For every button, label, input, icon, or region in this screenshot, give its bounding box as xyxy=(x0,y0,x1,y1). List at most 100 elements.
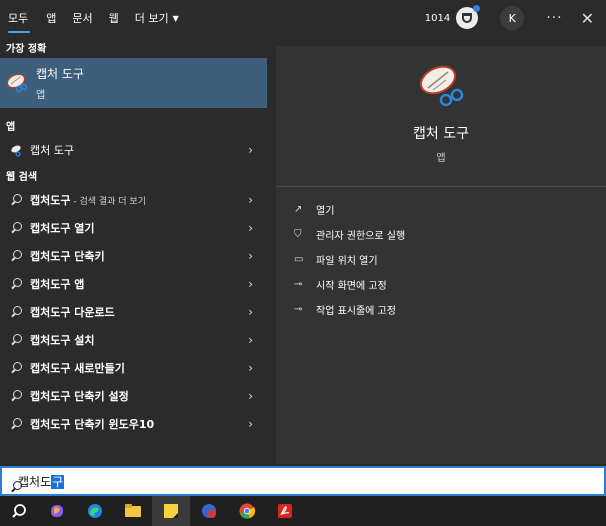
app-result-snipping-tool[interactable]: 캡처 도구 › xyxy=(0,136,267,164)
chevron-right-icon[interactable]: › xyxy=(248,333,253,347)
chevron-right-icon[interactable]: › xyxy=(248,221,253,235)
web-result-query: 캡처도구 앱 xyxy=(30,278,85,291)
web-result-extra: - 검색 결과 더 보기 xyxy=(70,197,146,207)
chevron-right-icon[interactable]: › xyxy=(248,389,253,403)
search-query-selected: 구 xyxy=(51,474,65,489)
chevron-right-icon[interactable]: › xyxy=(248,417,253,431)
web-result-item[interactable]: 캡처도구 단축키 설정 › xyxy=(0,382,267,410)
chevron-right-icon[interactable]: › xyxy=(248,361,253,375)
taskbar-chrome-button[interactable] xyxy=(228,496,266,526)
open-icon: ↗ xyxy=(294,204,303,215)
chevron-right-icon[interactable]: › xyxy=(248,143,253,157)
action-open[interactable]: ↗ 열기 xyxy=(276,197,606,222)
search-query-text: 캡처도 xyxy=(18,474,52,489)
search-icon xyxy=(8,222,24,234)
taskbar-app-button[interactable] xyxy=(190,496,228,526)
folder-icon xyxy=(125,504,141,517)
action-open-label: 열기 xyxy=(316,206,335,217)
search-icon xyxy=(8,334,24,346)
taskbar-copilot-button[interactable] xyxy=(38,496,76,526)
sticky-notes-icon xyxy=(164,504,178,518)
taskbar xyxy=(0,496,606,526)
snipping-tool-icon xyxy=(6,72,28,94)
best-match-item[interactable]: 캡처 도구 앱 xyxy=(0,58,267,108)
search-icon xyxy=(8,194,24,206)
search-icon xyxy=(8,418,24,430)
apps-heading: 앱 xyxy=(6,121,16,133)
tab-web[interactable]: 웹 xyxy=(101,0,127,36)
taskbar-sticky-notes-button[interactable] xyxy=(152,496,190,526)
chevron-right-icon[interactable]: › xyxy=(248,193,253,207)
pdf-icon xyxy=(278,504,292,518)
web-result-item[interactable]: 캡처도구 - 검색 결과 더 보기 › xyxy=(0,186,267,214)
web-result-item[interactable]: 캡처도구 열기 › xyxy=(0,214,267,242)
web-result-item[interactable]: 캡처도구 새로만들기 › xyxy=(0,354,267,382)
pin-icon: ⊸ xyxy=(294,279,303,290)
web-result-query: 캡처도구 단축키 윈도우10 xyxy=(30,418,155,431)
tab-documents-label: 문서 xyxy=(72,12,93,25)
web-result-item[interactable]: 캡처도구 단축키 윈도우10 › xyxy=(0,410,267,438)
pin-icon: ⊸ xyxy=(294,304,303,315)
search-input[interactable]: 캡처도구 xyxy=(18,473,65,490)
web-result-item[interactable]: 캡처도구 단축키 › xyxy=(0,242,267,270)
chevron-right-icon[interactable]: › xyxy=(248,249,253,263)
tab-documents[interactable]: 문서 xyxy=(64,0,100,36)
rewards-points: 1014 xyxy=(424,12,451,24)
app-result-label: 캡처 도구 xyxy=(30,144,74,157)
search-icon xyxy=(12,504,26,518)
folder-icon: ▭ xyxy=(294,254,304,265)
taskbar-edge-button[interactable] xyxy=(76,496,114,526)
chrome-icon xyxy=(239,503,256,519)
tab-all[interactable]: 모두 xyxy=(0,0,38,36)
web-result-query: 캡처도구 새로만들기 xyxy=(30,362,125,375)
taskbar-acrobat-button[interactable] xyxy=(266,496,304,526)
web-result-query: 캡처도구 다운로드 xyxy=(30,306,115,319)
chevron-right-icon[interactable]: › xyxy=(248,277,253,291)
preview-pane: 캡처 도구 앱 ↗ 열기 ⛉ 관리자 권한으로 실행 ▭ 파일 위치 열기 ⊸ 시작 화… xyxy=(276,46,606,464)
rewards-icon[interactable] xyxy=(456,5,481,29)
tab-more[interactable]: 더 보기 ▼ xyxy=(127,0,187,36)
action-pin-to-start-label: 시작 화면에 고정 xyxy=(316,281,387,292)
chevron-right-icon[interactable]: › xyxy=(248,305,253,319)
web-result-item[interactable]: 캡처도구 설치 › xyxy=(0,326,267,354)
action-run-as-admin-label: 관리자 권한으로 실행 xyxy=(316,231,406,242)
web-result-query: 캡처도구 단축키 xyxy=(30,250,105,263)
search-icon xyxy=(8,362,24,374)
taskbar-explorer-button[interactable] xyxy=(114,496,152,526)
preview-title: 캡처 도구 xyxy=(413,126,469,142)
taskbar-search-button[interactable] xyxy=(0,496,38,526)
web-search-heading: 웹 검색 xyxy=(6,171,38,183)
top-bar: 모두 앱 문서 웹 더 보기 ▼ 1014 K ··· ✕ xyxy=(0,0,606,36)
snipping-tool-small-icon xyxy=(8,144,24,157)
web-result-item[interactable]: 캡처도구 앱 › xyxy=(0,270,267,298)
action-open-file-location[interactable]: ▭ 파일 위치 열기 xyxy=(276,247,606,272)
search-box[interactable]: 캡처도구 xyxy=(0,466,606,496)
results-pane: 가장 정확 캡처 도구 앱 앱 캡처 도구 › 웹 검색 캡처도구 - 검색 결… xyxy=(0,36,267,464)
filter-tabs: 모두 앱 문서 웹 더 보기 ▼ xyxy=(0,0,187,36)
tab-all-label: 모두 xyxy=(8,12,29,25)
preview-subtitle: 앱 xyxy=(436,153,446,164)
action-run-as-admin[interactable]: ⛉ 관리자 권한으로 실행 xyxy=(276,222,606,247)
action-pin-to-taskbar[interactable]: ⊸ 작업 표시줄에 고정 xyxy=(276,297,606,322)
action-pin-to-start[interactable]: ⊸ 시작 화면에 고정 xyxy=(276,272,606,297)
trophy-icon xyxy=(462,13,473,23)
avatar[interactable]: K xyxy=(500,6,525,30)
search-icon xyxy=(8,306,24,318)
edge-icon xyxy=(88,504,102,518)
shield-icon: ⛉ xyxy=(294,229,302,240)
web-result-query: 캡처도구 설치 xyxy=(30,334,95,347)
more-options-icon[interactable]: ··· xyxy=(546,10,562,26)
best-match-subtitle: 앱 xyxy=(36,90,46,101)
best-match-title: 캡처 도구 xyxy=(36,67,84,81)
tab-apps-label: 앱 xyxy=(46,12,57,25)
tab-more-label: 더 보기 xyxy=(134,12,169,25)
web-result-item[interactable]: 캡처도구 다운로드 › xyxy=(0,298,267,326)
web-result-query: 캡처도구 xyxy=(30,194,71,207)
notification-dot xyxy=(473,5,481,12)
best-match-heading: 가장 정확 xyxy=(6,43,47,55)
close-icon[interactable]: ✕ xyxy=(581,9,594,28)
tab-apps[interactable]: 앱 xyxy=(38,0,64,36)
copilot-icon xyxy=(51,505,63,517)
search-icon xyxy=(8,390,24,402)
search-icon xyxy=(8,250,24,262)
